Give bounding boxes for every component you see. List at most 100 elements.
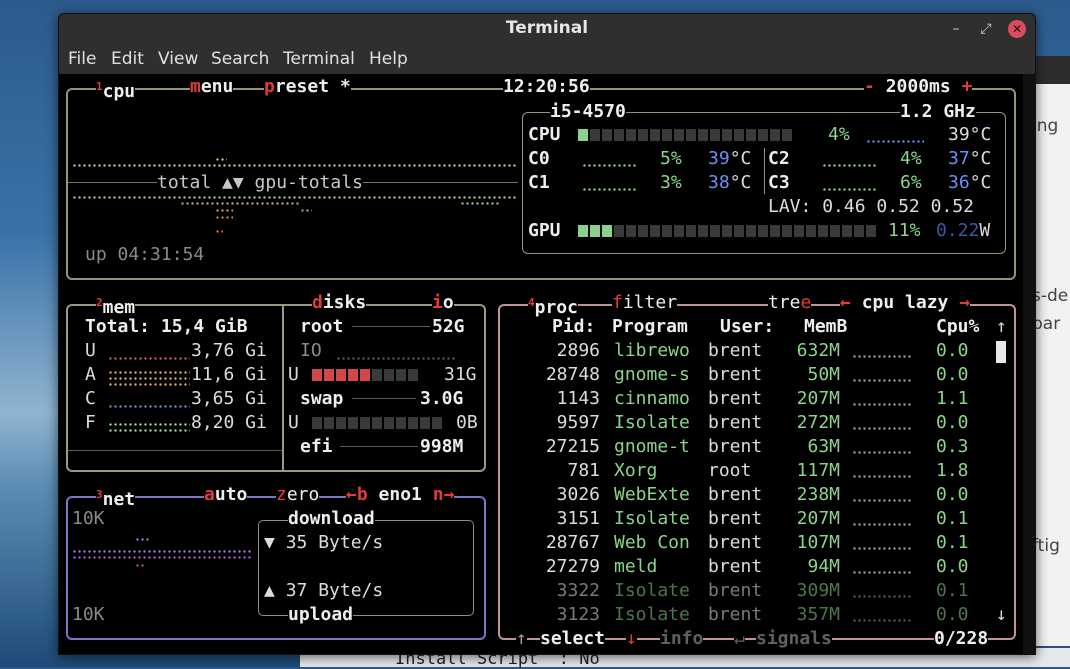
proc-signals-button[interactable]: signals — [756, 627, 832, 651]
core-mini-graph — [822, 188, 876, 191]
proc-tree-toggle[interactable]: tree — [768, 291, 812, 315]
process-mem: 238M — [796, 484, 840, 505]
core-temp: 39°C — [708, 148, 752, 169]
proc-select-button[interactable]: select — [540, 627, 606, 651]
process-program: gnome-t — [614, 436, 690, 457]
col-mem-header[interactable]: MemB — [804, 315, 847, 339]
mem-used-graph — [108, 357, 190, 360]
col-pid-header[interactable]: Pid: — [552, 315, 595, 339]
scroll-down-arrow-icon[interactable]: ↓ — [996, 603, 1007, 627]
process-user: brent — [708, 364, 763, 385]
process-mem-graph — [852, 379, 912, 382]
swap-used-label: U — [288, 412, 299, 433]
sort-prev-button[interactable]: ← — [840, 292, 851, 313]
process-cpu: 0.3 — [936, 436, 969, 457]
proc-filter-button[interactable]: filter — [612, 291, 678, 315]
minimize-icon[interactable]: – — [947, 20, 965, 38]
core-mini-graph — [582, 188, 636, 191]
menu-help[interactable]: Help — [369, 49, 408, 69]
bg-text-fragment: par — [1034, 314, 1061, 334]
core-percent: 6% — [900, 172, 922, 193]
interval-increase-button[interactable]: + — [962, 76, 973, 97]
process-pid: 781 — [567, 460, 600, 481]
process-cpu: 0.1 — [936, 532, 969, 553]
proc-info-button[interactable]: info — [660, 627, 704, 651]
process-program: WebExte — [614, 484, 690, 505]
process-cpu: 0.1 — [936, 580, 969, 601]
sort-next-button[interactable]: → — [959, 292, 970, 313]
process-mem: 50M — [807, 364, 840, 385]
menu-terminal[interactable]: Terminal — [283, 49, 355, 69]
net-upload-graph — [72, 556, 252, 559]
col-program-header[interactable]: Program — [612, 315, 688, 339]
net-prev-interface-button[interactable]: ←b — [346, 484, 368, 505]
process-program: Web Con — [614, 532, 690, 553]
window-title: Terminal — [505, 18, 589, 38]
menu-file[interactable]: File — [68, 49, 96, 69]
disk-io-graph — [336, 357, 456, 360]
process-mem-graph — [852, 547, 912, 550]
gpu-meter-bg — [578, 225, 876, 237]
disk-row-line — [352, 398, 416, 399]
mem-available-value: 11,6 Gi — [191, 364, 267, 385]
interval-decrease-button[interactable]: - — [864, 76, 875, 97]
gpu-meter — [578, 225, 614, 237]
close-icon[interactable]: ✕ — [1008, 20, 1026, 38]
disk-io-label: IO — [300, 340, 322, 361]
disk-row-line — [352, 326, 430, 327]
core-label: C2 — [768, 148, 790, 169]
load-average: LAV: 0.46 0.52 0.52 — [768, 196, 974, 217]
proc-sort-selector[interactable]: ← cpu lazy → — [840, 291, 971, 315]
process-pid: 2896 — [556, 340, 600, 361]
core-temp: 38°C — [708, 172, 752, 193]
process-mem-graph — [852, 571, 912, 574]
scroll-up-arrow-icon[interactable]: ↑ — [996, 315, 1007, 339]
net-zero-toggle[interactable]: zero — [276, 483, 320, 507]
cpu-preset-button[interactable]: preset * — [264, 75, 351, 99]
process-program: Isolate — [614, 580, 690, 601]
core-label: C0 — [528, 148, 550, 169]
process-cpu: 1.8 — [936, 460, 969, 481]
interval-value: 2000ms — [885, 76, 951, 97]
terminal-scrollbar[interactable] — [1023, 74, 1035, 654]
proc-up-key[interactable]: ↑ — [516, 627, 527, 651]
net-scale-top: 10K — [72, 508, 105, 529]
menu-search[interactable]: Search — [211, 49, 269, 69]
titlebar[interactable]: Terminal – ⤢ ✕ — [59, 14, 1035, 44]
process-pid: 27215 — [545, 436, 600, 457]
io-toggle[interactable]: io — [432, 291, 454, 315]
core-mini-graph — [582, 164, 636, 167]
net-upload-rate: ▲ 37 Byte/s — [264, 580, 384, 601]
gpu-graph-bars — [215, 209, 233, 212]
process-user: root — [708, 460, 752, 481]
interval-control[interactable]: - 2000ms + — [864, 75, 973, 99]
process-cpu: 0.0 — [936, 604, 969, 625]
menu-view[interactable]: View — [158, 49, 198, 69]
net-auto-toggle[interactable]: auto — [204, 483, 248, 507]
disk-root-used: 31G — [444, 364, 477, 385]
net-next-interface-button[interactable]: n→ — [433, 484, 455, 505]
cpu-model: i5-4570 — [550, 100, 626, 124]
sort-mode: cpu lazy — [861, 292, 949, 313]
cpu-total-meter — [578, 129, 590, 141]
process-mem-graph — [852, 523, 912, 526]
cpu-box-title[interactable]: 1cpu — [96, 75, 136, 104]
col-cpu-header[interactable]: Cpu% — [936, 315, 979, 339]
process-pid: 3322 — [556, 580, 600, 601]
menu-edit[interactable]: Edit — [111, 49, 144, 69]
mem-available-graph — [108, 377, 190, 380]
proc-scrollbar-thumb[interactable] — [996, 341, 1006, 363]
disks-box-title[interactable]: disks — [312, 291, 367, 315]
swap-size: 3.0G — [420, 388, 464, 409]
process-pid: 3151 — [556, 508, 600, 529]
net-interface-name: eno1 — [378, 484, 422, 505]
col-user-header[interactable]: User: — [720, 315, 774, 339]
net-interface-selector[interactable]: ←b eno1 n→ — [346, 483, 455, 507]
cpu-menu-button[interactable]: menu — [190, 75, 234, 99]
gpu-label: GPU — [528, 220, 561, 241]
mem-cached-graph — [108, 405, 190, 408]
proc-down-key[interactable]: ↓ — [626, 627, 637, 651]
gpu-graph-bars — [215, 230, 223, 233]
bg-text-fragment: ing — [1034, 116, 1059, 136]
maximize-icon[interactable]: ⤢ — [977, 20, 995, 38]
